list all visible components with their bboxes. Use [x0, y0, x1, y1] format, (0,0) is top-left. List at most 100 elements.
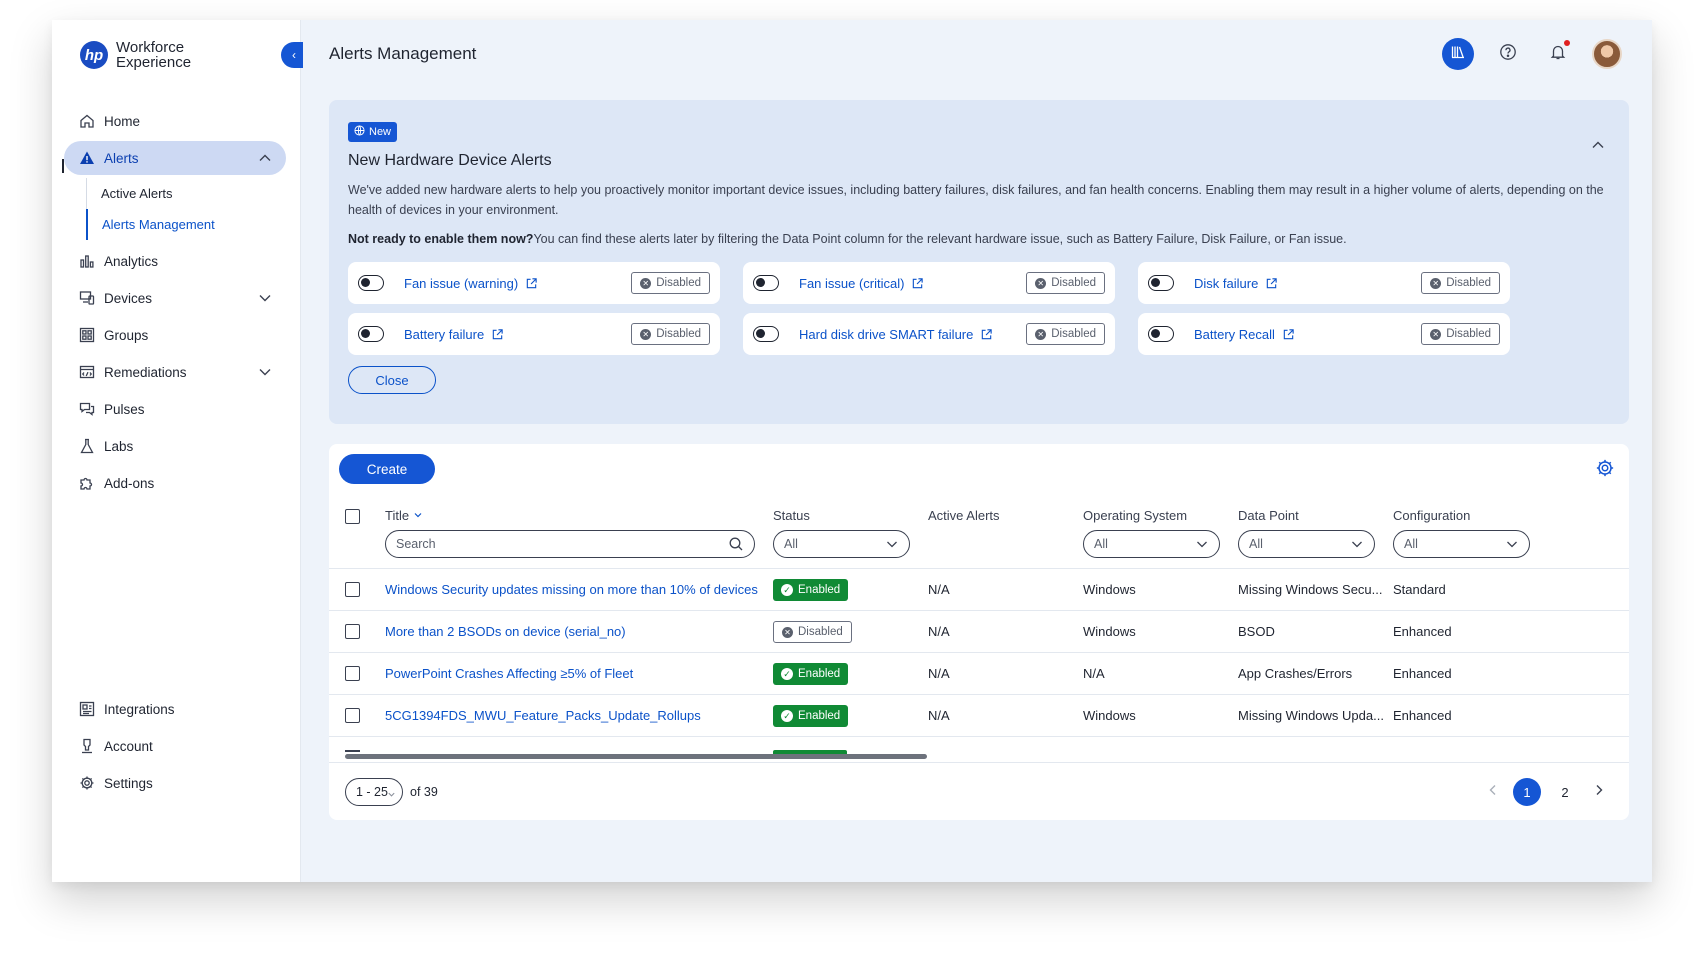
chevron-down-icon[interactable] — [256, 289, 274, 307]
close-button[interactable]: Close — [348, 366, 436, 394]
sidebar-item-alerts[interactable]: Alerts — [64, 141, 286, 175]
external-link-icon[interactable] — [491, 328, 504, 341]
data-point-filter-select[interactable]: All — [1238, 530, 1375, 558]
alert-link[interactable]: Hard disk drive SMART failure — [799, 327, 973, 342]
flask-icon — [78, 437, 96, 455]
sidebar-item-groups[interactable]: Groups — [64, 318, 286, 352]
sidebar-item-label: Alerts — [104, 150, 139, 166]
brand[interactable]: hp Workforce Experience — [80, 40, 191, 70]
avatar[interactable] — [1592, 39, 1622, 69]
select-all-checkbox[interactable] — [345, 509, 360, 524]
reports-button[interactable] — [1442, 38, 1474, 70]
sidebar-item-integrations[interactable]: Integrations — [64, 692, 286, 726]
configuration-filter-select[interactable]: All — [1393, 530, 1530, 558]
alert-link[interactable]: Battery Recall — [1194, 327, 1275, 342]
next-page-button[interactable] — [1589, 782, 1609, 802]
data-point-cell: BSOD — [1238, 624, 1275, 639]
external-link-icon[interactable] — [525, 277, 538, 290]
alert-link[interactable]: Disk failure — [1194, 276, 1258, 291]
configuration-cell: Standard — [1393, 582, 1446, 597]
alert-link[interactable]: Battery failure — [404, 327, 484, 342]
sidebar-item-home[interactable]: Home — [64, 104, 286, 138]
alerts-subnav: Active Alerts Alerts Management — [86, 178, 286, 240]
sidebar-item-analytics[interactable]: Analytics — [64, 244, 286, 278]
page-size-select[interactable]: 1 - 25 — [345, 778, 403, 806]
column-header-title[interactable]: Title — [385, 508, 423, 523]
sidebar-item-addons[interactable]: Add-ons — [64, 466, 286, 500]
sidebar-item-devices[interactable]: Devices — [64, 281, 286, 315]
gear-icon — [1595, 459, 1615, 482]
notifications-button[interactable] — [1542, 38, 1574, 70]
alert-title-link[interactable]: PowerPoint Crashes Affecting ≥5% of Flee… — [385, 666, 633, 681]
search-input[interactable]: Search — [385, 530, 755, 558]
page-button-1[interactable]: 1 — [1513, 778, 1541, 806]
divider — [329, 762, 1629, 763]
chevron-down-icon — [1195, 537, 1209, 551]
hardware-alerts-banner: New New Hardware Device Alerts We've add… — [329, 100, 1629, 424]
collapse-banner-button[interactable] — [1589, 136, 1607, 154]
os-cell: Windows — [1083, 708, 1136, 723]
sidebar-item-pulses[interactable]: Pulses — [64, 392, 286, 426]
hp-logo: hp — [80, 41, 108, 69]
alerts-table-card: Create Title Status Active Alerts Operat… — [329, 444, 1629, 820]
create-button[interactable]: Create — [339, 454, 435, 484]
brand-name: Workforce Experience — [116, 39, 192, 71]
table-row[interactable]: 5CG1394FDS_MWU_Feature_Packs_Update_Roll… — [329, 695, 1629, 737]
sidebar-subitem-alerts-management[interactable]: Alerts Management — [86, 209, 286, 240]
page-button-2[interactable]: 2 — [1551, 778, 1579, 806]
chevron-down-icon[interactable] — [256, 363, 274, 381]
sidebar-item-label: Remediations — [104, 364, 187, 380]
bell-icon — [1549, 43, 1567, 66]
table-row[interactable]: PowerPoint Crashes Affecting ≥5% of Flee… — [329, 653, 1629, 695]
status-badge: ✕ Disabled — [773, 621, 852, 643]
status-badge: ✓ Enabled — [773, 705, 849, 727]
hardware-alert-card: Disk failure ✕ Disabled — [1138, 262, 1510, 304]
partial-row-checkbox — [345, 750, 360, 752]
table-row[interactable]: Windows Security updates missing on more… — [329, 569, 1629, 611]
status-badge: ✕ Disabled — [1026, 272, 1105, 294]
alert-toggle[interactable] — [1148, 275, 1174, 291]
sidebar-item-label: Labs — [104, 438, 134, 454]
x-circle-icon: ✕ — [1035, 328, 1047, 340]
sidebar-item-settings[interactable]: Settings — [64, 766, 286, 800]
data-point-cell: Missing Windows Upda... — [1238, 708, 1384, 723]
external-link-icon[interactable] — [911, 277, 924, 290]
alert-title-link[interactable]: Windows Security updates missing on more… — [385, 582, 758, 597]
status-filter-select[interactable]: All — [773, 530, 910, 558]
sidebar-item-account[interactable]: Account — [64, 729, 286, 763]
row-checkbox[interactable] — [345, 666, 360, 681]
alert-toggle[interactable] — [753, 275, 779, 291]
banner-title: New Hardware Device Alerts — [348, 152, 552, 169]
page-title: Alerts Management — [329, 44, 477, 63]
os-cell: Windows — [1083, 624, 1136, 639]
alert-toggle[interactable] — [753, 326, 779, 342]
os-filter-select[interactable]: All — [1083, 530, 1220, 558]
bottom-nav: Integrations Account Settings — [64, 692, 286, 803]
collapse-sidebar-button[interactable]: ‹ — [281, 42, 303, 68]
row-checkbox[interactable] — [345, 582, 360, 597]
prev-page-button[interactable] — [1483, 782, 1503, 802]
external-link-icon[interactable] — [1282, 328, 1295, 341]
table-settings-button[interactable] — [1595, 458, 1615, 478]
configuration-cell: Enhanced — [1393, 624, 1452, 639]
alert-toggle[interactable] — [358, 275, 384, 291]
table-row[interactable]: More than 2 BSODs on device (serial_no) … — [329, 611, 1629, 653]
alert-link[interactable]: Fan issue (critical) — [799, 276, 904, 291]
external-link-icon[interactable] — [1265, 277, 1278, 290]
alert-toggle[interactable] — [358, 326, 384, 342]
alert-title-link[interactable]: More than 2 BSODs on device (serial_no) — [385, 624, 626, 639]
horizontal-scrollbar[interactable] — [345, 754, 927, 759]
remediations-icon — [78, 363, 96, 381]
row-checkbox[interactable] — [345, 624, 360, 639]
puzzle-icon — [78, 474, 96, 492]
alert-link[interactable]: Fan issue (warning) — [404, 276, 518, 291]
external-link-icon[interactable] — [980, 328, 993, 341]
status-badge: ✓ Enabled — [773, 579, 849, 601]
row-checkbox[interactable] — [345, 708, 360, 723]
alert-title-link[interactable]: 5CG1394FDS_MWU_Feature_Packs_Update_Roll… — [385, 708, 701, 723]
sidebar-item-remediations[interactable]: Remediations — [64, 355, 286, 389]
alert-toggle[interactable] — [1148, 326, 1174, 342]
sidebar-item-labs[interactable]: Labs — [64, 429, 286, 463]
help-button[interactable] — [1492, 38, 1524, 70]
sidebar-subitem-active-alerts[interactable]: Active Alerts — [87, 178, 286, 209]
